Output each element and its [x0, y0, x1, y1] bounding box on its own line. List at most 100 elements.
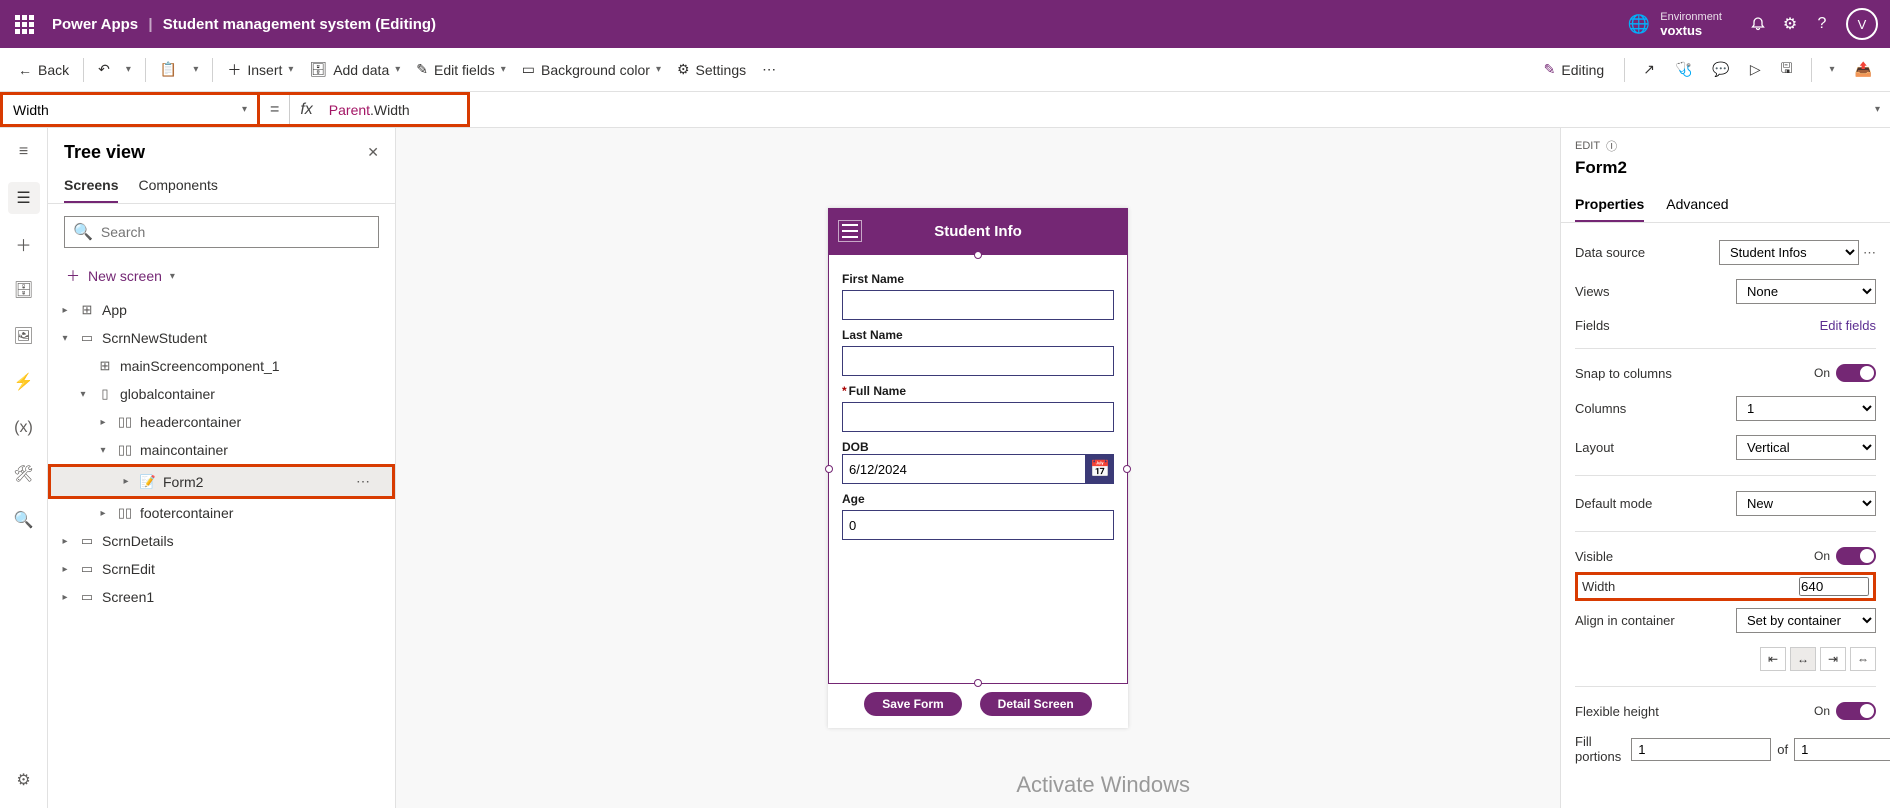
calendar-icon[interactable]: 📅 — [1086, 454, 1114, 484]
settings-button[interactable]: ⚙Settings — [669, 55, 754, 84]
tree-list: ▸⊞App ▾▭ScrnNewStudent ⊞mainScreencompon… — [48, 292, 395, 615]
full-name-label: *Full Name — [842, 384, 1114, 398]
formula-expand-icon[interactable]: ▾ — [1875, 104, 1880, 115]
overflow-button[interactable]: ⋯ — [754, 55, 784, 84]
tree-node-scrnedit[interactable]: ▸▭ScrnEdit — [48, 555, 395, 583]
first-name-input[interactable] — [842, 290, 1114, 320]
tab-screens[interactable]: Screens — [64, 169, 118, 203]
data-source-more-icon[interactable]: ⋯ — [1863, 245, 1876, 261]
full-name-input[interactable] — [842, 402, 1114, 432]
close-panel-icon[interactable]: ✕ — [367, 144, 379, 161]
info-icon[interactable]: ⓘ — [1606, 138, 1617, 154]
rail-settings-gear-icon[interactable]: ⚙ — [8, 764, 40, 796]
rail-advanced-tools-icon[interactable]: 🛠 — [8, 458, 40, 490]
align-stretch-button[interactable]: ⇔ — [1850, 647, 1876, 671]
snap-to-columns-label: Snap to columns — [1575, 366, 1672, 381]
rail-search-icon[interactable]: 🔍 — [8, 504, 40, 536]
tree-node-app[interactable]: ▸⊞App — [48, 296, 395, 324]
align-right-button[interactable]: ⇥ — [1820, 647, 1846, 671]
main-area: ≡ ☰ ＋ 🗄 🖼 ⚡ (x) 🛠 🔍 ⚙ Tree view ✕ Screen… — [0, 128, 1890, 808]
canvas[interactable]: Student Info First Name Last Name *Full … — [396, 128, 1560, 808]
tree-node-headercontainer[interactable]: ▸▯▯headercontainer — [48, 408, 395, 436]
rail-insert-icon[interactable]: ＋ — [8, 228, 40, 260]
save-icon[interactable]: 🖫 — [1773, 52, 1801, 88]
data-source-label: Data source — [1575, 245, 1645, 260]
rail-variables-icon[interactable]: (x) — [8, 412, 40, 444]
align-select[interactable]: Set by container — [1736, 608, 1876, 633]
paste-button[interactable]: 📋 — [152, 55, 185, 84]
align-center-button[interactable]: ↔ — [1790, 647, 1816, 671]
last-name-input[interactable] — [842, 346, 1114, 376]
flexible-height-toggle[interactable] — [1836, 702, 1876, 720]
age-input[interactable] — [842, 510, 1114, 540]
fill-of-input[interactable] — [1794, 738, 1890, 761]
insert-button[interactable]: ＋Insert▾ — [219, 54, 301, 86]
search-input[interactable] — [101, 224, 370, 240]
tree-node-maincontainer[interactable]: ▾▯▯maincontainer — [48, 436, 395, 464]
width-input[interactable] — [1799, 577, 1869, 596]
tree-node-form2[interactable]: ▸📝Form2⋯ — [48, 464, 395, 499]
selected-control-title: Form2 — [1575, 158, 1876, 178]
publish-icon[interactable]: 📤 — [1847, 55, 1880, 84]
tab-components[interactable]: Components — [138, 169, 217, 203]
settings-gear-icon[interactable]: ⚙ — [1774, 8, 1806, 40]
comments-icon[interactable]: 💬 — [1704, 55, 1737, 84]
rail-hamburger-icon[interactable]: ≡ — [8, 136, 40, 168]
formula-bar: Width▾ = fx Parent.Width ▾ — [0, 92, 1890, 128]
preview-play-icon[interactable]: ▷ — [1742, 55, 1769, 84]
align-left-button[interactable]: ⇤ — [1760, 647, 1786, 671]
tree-node-scrndetails[interactable]: ▸▭ScrnDetails — [48, 527, 395, 555]
help-icon[interactable]: ? — [1806, 8, 1838, 40]
plus-icon: ＋ — [66, 266, 80, 286]
bg-color-button[interactable]: ▭Background color▾ — [514, 55, 669, 84]
hamburger-icon[interactable] — [838, 220, 862, 242]
tree-more-icon[interactable]: ⋯ — [356, 473, 382, 490]
user-avatar[interactable]: V — [1846, 8, 1878, 40]
property-dropdown[interactable]: Width▾ — [0, 92, 260, 127]
tree-node-mainscreencomponent[interactable]: ⊞mainScreencomponent_1 — [48, 352, 395, 380]
columns-select[interactable]: 1 — [1736, 396, 1876, 421]
environment-picker[interactable]: 🌐 Environment voxtus — [1628, 10, 1722, 38]
app-launcher-icon[interactable] — [12, 12, 36, 36]
fill-portions-input[interactable] — [1631, 738, 1771, 761]
rail-data-icon[interactable]: 🗄 — [8, 274, 40, 306]
dob-input[interactable] — [842, 454, 1086, 484]
paste-split-button[interactable]: ▾ — [185, 58, 206, 81]
rail-tree-view-icon[interactable]: ☰ — [8, 182, 40, 214]
views-select[interactable]: None — [1736, 279, 1876, 304]
tree-node-scrnnewstudent[interactable]: ▾▭ScrnNewStudent — [48, 324, 395, 352]
data-source-select[interactable]: Student Infos — [1719, 240, 1859, 265]
rail-power-automate-icon[interactable]: ⚡ — [8, 366, 40, 398]
detail-screen-button[interactable]: Detail Screen — [980, 692, 1092, 716]
tab-advanced[interactable]: Advanced — [1666, 188, 1728, 222]
new-screen-button[interactable]: ＋ New screen ▾ — [48, 260, 395, 292]
formula-input-wrap[interactable]: = fx Parent.Width — [260, 92, 470, 127]
undo-button[interactable]: ↶ — [90, 55, 118, 84]
editing-mode-button[interactable]: ✎Editing — [1534, 57, 1615, 82]
fx-icon: fx — [290, 101, 322, 119]
layout-select[interactable]: Vertical — [1736, 435, 1876, 460]
back-button[interactable]: ←Back — [10, 56, 77, 84]
tree-node-screen1[interactable]: ▸▭Screen1 — [48, 583, 395, 611]
publish-split-icon[interactable]: ▾ — [1822, 58, 1843, 81]
edit-fields-button[interactable]: ✎Edit fields▾ — [408, 55, 513, 84]
tab-properties[interactable]: Properties — [1575, 188, 1644, 222]
undo-split-button[interactable]: ▾ — [118, 58, 139, 81]
formula-text[interactable]: Parent.Width — [323, 102, 416, 118]
visible-toggle[interactable] — [1836, 547, 1876, 565]
edit-fields-link[interactable]: Edit fields — [1820, 318, 1876, 333]
form-body: First Name Last Name *Full Name DOB 📅 Ag… — [828, 254, 1128, 550]
default-mode-select[interactable]: New — [1736, 491, 1876, 516]
share-icon[interactable]: ↗ — [1635, 55, 1663, 84]
add-data-button[interactable]: 🗄Add data▾ — [301, 55, 408, 84]
snap-toggle[interactable] — [1836, 364, 1876, 382]
notifications-icon[interactable] — [1742, 8, 1774, 40]
app-checker-icon[interactable]: 🩺 — [1667, 55, 1700, 84]
tree-node-footercontainer[interactable]: ▸▯▯footercontainer — [48, 499, 395, 527]
rail-media-icon[interactable]: 🖼 — [8, 320, 40, 352]
env-name: voxtus — [1660, 24, 1722, 38]
tree-search[interactable]: 🔍 — [64, 216, 379, 248]
tree-node-globalcontainer[interactable]: ▾▯globalcontainer — [48, 380, 395, 408]
save-form-button[interactable]: Save Form — [864, 692, 961, 716]
first-name-label: First Name — [842, 272, 1114, 286]
